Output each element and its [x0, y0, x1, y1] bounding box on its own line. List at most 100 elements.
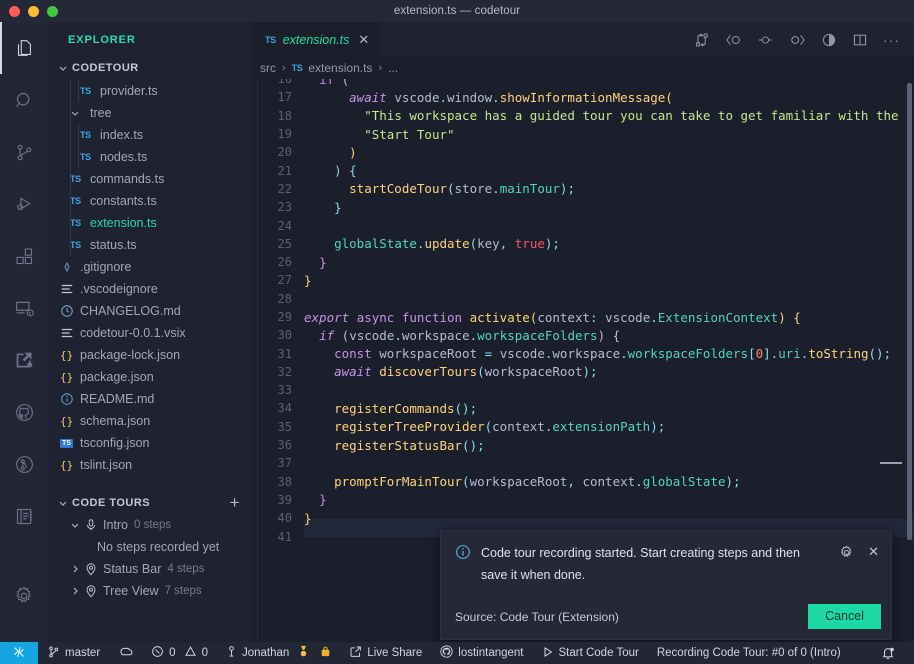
code-line[interactable]: 27} [252, 271, 914, 289]
file-tree-item[interactable]: {} package.json [48, 366, 252, 388]
previous-change-icon[interactable] [757, 33, 774, 47]
code-line[interactable]: 39 } [252, 491, 914, 509]
gear-icon[interactable] [839, 545, 854, 565]
breadcrumb-item-1[interactable]: extension.ts [308, 61, 372, 75]
cancel-button[interactable]: Cancel [808, 604, 881, 629]
code-line[interactable]: 32 await discoverTours(workspaceRoot); [252, 363, 914, 381]
code-line[interactable]: 37 [252, 454, 914, 472]
file-tree-item[interactable]: README.md [48, 388, 252, 410]
status-start-code-tour[interactable]: Start Code Tour [533, 642, 648, 664]
code-line[interactable]: 21 ) { [252, 161, 914, 179]
activity-extensions[interactable] [0, 230, 48, 282]
file-tree-item[interactable]: .vscodeignore [48, 278, 252, 300]
chevron-down-icon[interactable] [68, 520, 82, 530]
code-line[interactable]: 30 if (vscode.workspace.workspaceFolders… [252, 326, 914, 344]
code-line[interactable]: 19 "Start Tour" [252, 125, 914, 143]
file-tree-item[interactable]: CHANGELOG.md [48, 300, 252, 322]
status-live-share[interactable]: Live Share [340, 642, 431, 664]
line-number: 25 [277, 236, 292, 251]
activity-source-control[interactable] [0, 126, 48, 178]
github-icon [440, 645, 453, 661]
file-tree-item[interactable]: TS index.ts [48, 124, 252, 146]
file-tree-item[interactable]: {} schema.json [48, 410, 252, 432]
activity-live-share[interactable] [0, 334, 48, 386]
window-title: extension.ts — codetour [393, 5, 521, 17]
status-user[interactable]: Jonathan [217, 642, 340, 664]
code-text: promptForMainTour(workspaceRoot, context… [334, 474, 741, 490]
code-line[interactable]: 28 [252, 290, 914, 308]
split-compare-icon[interactable] [694, 32, 710, 48]
chevron-right-icon[interactable] [68, 586, 82, 596]
close-icon[interactable]: ✕ [358, 32, 369, 48]
file-tree-item[interactable]: TS constants.ts [48, 190, 252, 212]
status-bar: master 0 0 Jonathan Live Share lostintan… [0, 642, 914, 664]
activity-github[interactable] [0, 386, 48, 438]
status-problems[interactable]: 0 0 [142, 642, 217, 664]
minimap-slider[interactable] [880, 462, 902, 464]
line-number: 17 [277, 90, 292, 105]
more-actions-icon[interactable]: ··· [883, 33, 900, 47]
code-line[interactable]: 38 promptForMainTour(workspaceRoot, cont… [252, 473, 914, 491]
remote-host-button[interactable] [0, 642, 38, 664]
activity-pull-requests[interactable] [0, 438, 48, 490]
close-icon[interactable]: ✕ [868, 545, 879, 559]
file-tree-item[interactable]: codetour-0.0.1.vsix [48, 322, 252, 344]
code-line[interactable]: 36 registerStatusBar(); [252, 436, 914, 454]
go-back-icon[interactable] [725, 33, 742, 47]
activity-notebooks[interactable] [0, 490, 48, 542]
tab-extension-ts[interactable]: TS extension.ts ✕ [252, 22, 381, 57]
chevron-right-icon[interactable] [68, 564, 82, 574]
status-branch[interactable]: master [38, 642, 109, 664]
file-tree-item[interactable]: .gitignore [48, 256, 252, 278]
status-sync[interactable] [109, 642, 142, 664]
ts-icon: TS [80, 86, 91, 96]
code-line[interactable]: 25 globalState.update(key, true); [252, 235, 914, 253]
breadcrumb-item-0[interactable]: src [260, 61, 276, 75]
activity-run-debug[interactable] [0, 178, 48, 230]
code-tour-item[interactable]: Intro 0 steps [48, 514, 252, 536]
activity-explorer[interactable] [0, 22, 48, 74]
code-line[interactable]: 18 "This workspace has a guided tour you… [252, 107, 914, 125]
file-tree-item[interactable]: TS status.ts [48, 234, 252, 256]
code-line[interactable]: 26 } [252, 253, 914, 271]
activity-search[interactable] [0, 74, 48, 126]
status-github-account[interactable]: lostintangent [431, 642, 532, 664]
code-line[interactable]: 16 if ( [252, 79, 914, 88]
code-line[interactable]: 34 registerCommands(); [252, 399, 914, 417]
code-line[interactable]: 29 export async function activate(context… [252, 308, 914, 326]
scrollbar-thumb[interactable] [907, 83, 912, 540]
code-line[interactable]: 33 [252, 381, 914, 399]
editor-scrollbar[interactable] [902, 79, 914, 642]
code-line[interactable]: 40} [252, 509, 914, 527]
code-line[interactable]: 24 [252, 216, 914, 234]
file-tree-item[interactable]: TS extension.ts [48, 212, 252, 234]
next-change-icon[interactable] [789, 33, 806, 47]
split-editor-icon[interactable] [852, 32, 868, 48]
code-tour-item[interactable]: Status Bar 4 steps [48, 558, 252, 580]
file-tree-item[interactable]: TS provider.ts [48, 80, 252, 102]
file-tree-item[interactable]: TS commands.ts [48, 168, 252, 190]
breadcrumb-item-2[interactable]: ... [388, 61, 398, 75]
file-tree-item[interactable]: tree [48, 102, 252, 124]
code-line[interactable]: 20 ) [252, 143, 914, 161]
code-tours-section-header[interactable]: CODE TOURS + [48, 492, 252, 514]
code-line[interactable]: 35 registerTreeProvider(context.extensio… [252, 418, 914, 436]
explorer-section-header[interactable]: CODETOUR [48, 57, 252, 79]
code-line[interactable]: 22 startCodeTour(store.mainTour); [252, 180, 914, 198]
file-tree-item-label: constants.ts [90, 194, 157, 208]
file-tree-item[interactable]: TS nodes.ts [48, 146, 252, 168]
file-tree-item[interactable]: {} tslint.json [48, 454, 252, 476]
add-tour-button[interactable]: + [230, 494, 240, 511]
activity-remote-explorer[interactable] [0, 282, 48, 334]
activity-manage[interactable] [0, 570, 48, 622]
code-line[interactable]: 17 await vscode.window.showInformationMe… [252, 88, 914, 106]
toggle-contrast-icon[interactable] [821, 32, 837, 48]
status-recording[interactable]: Recording Code Tour: #0 of 0 (Intro) [648, 642, 850, 664]
code-tour-item[interactable]: Tree View 7 steps [48, 580, 252, 602]
code-line[interactable]: 31 const workspaceRoot = vscode.workspac… [252, 344, 914, 362]
file-tree-item[interactable]: TS tsconfig.json [48, 432, 252, 454]
code-line[interactable]: 23 } [252, 198, 914, 216]
bell-dot-icon[interactable] [872, 642, 904, 664]
file-tree-item[interactable]: {} package-lock.json [48, 344, 252, 366]
code-text: ) { [334, 163, 357, 179]
